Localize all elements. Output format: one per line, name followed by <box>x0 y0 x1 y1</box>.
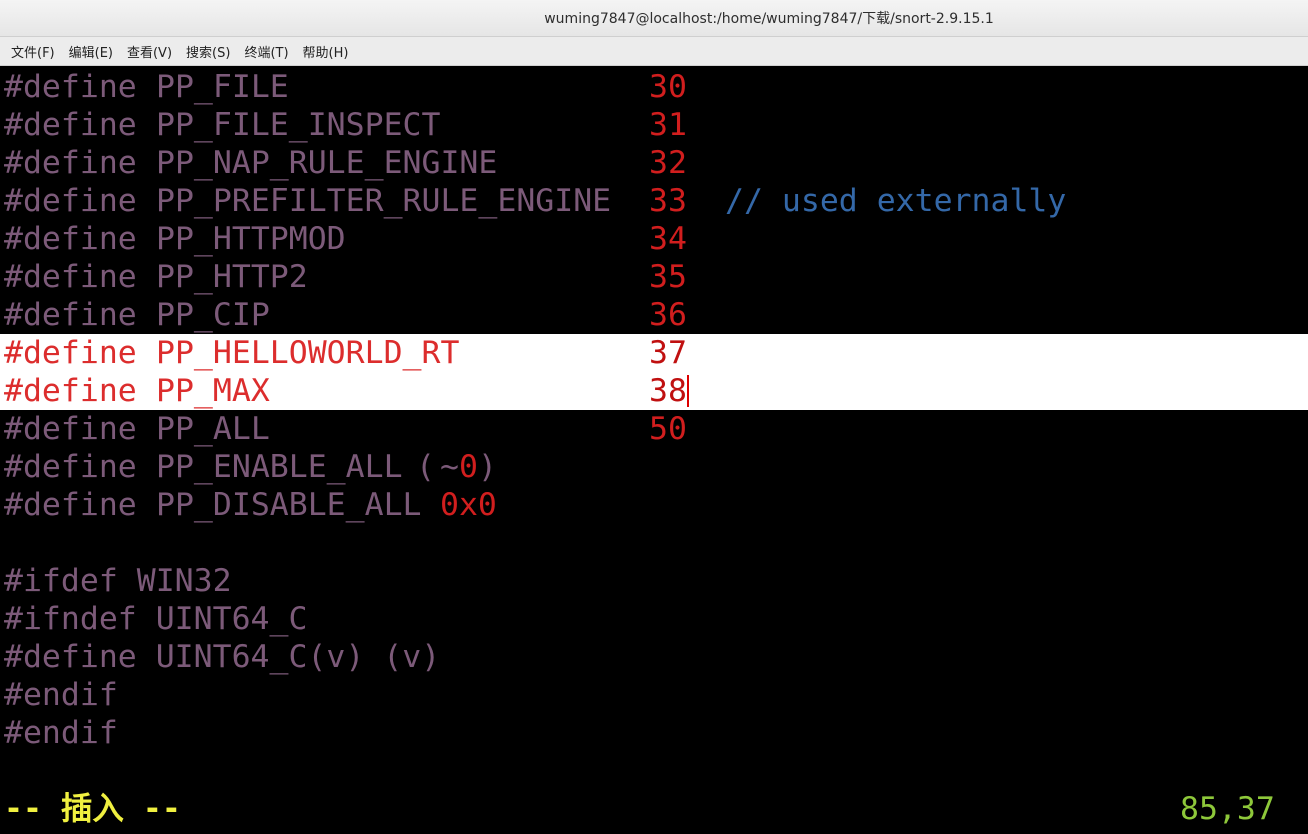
close-paren: ) <box>478 449 497 485</box>
menu-help[interactable]: 帮助(H) <box>296 38 356 65</box>
code-line: #ifndef UINT64_C <box>0 600 1308 638</box>
macro-value: 35 <box>649 259 687 295</box>
directive: #define <box>4 411 137 447</box>
code-line: #define PP_PREFILTER_RULE_ENGINE 33 // u… <box>0 182 1308 220</box>
macro-value: 37 <box>649 335 687 371</box>
macro-value: 30 <box>649 69 687 105</box>
menu-edit[interactable]: 编辑(E) <box>62 38 120 65</box>
directive: #define <box>4 373 137 409</box>
code-line: #define PP_FILE 30 <box>0 68 1308 106</box>
terminal-window: wuming7847@localhost:/home/wuming7847/下载… <box>0 0 1308 834</box>
editor-area[interactable]: #define PP_FILE 30 #define PP_FILE_INSPE… <box>0 66 1308 834</box>
macro-name: PP_HTTP2 <box>156 259 308 295</box>
code-line: #define UINT64_C(v) (v) <box>0 638 1308 676</box>
macro-value: 33 <box>649 183 687 219</box>
macro-name: PP_MAX <box>156 373 270 409</box>
code-line: #define PP_HTTP2 35 <box>0 258 1308 296</box>
preproc-line: #endif <box>4 715 118 751</box>
macro-name: PP_NAP_RULE_ENGINE <box>156 145 498 181</box>
macro-name: PP_FILE_INSPECT <box>156 107 441 143</box>
menu-terminal[interactable]: 终端(T) <box>237 38 295 65</box>
directive: #define <box>4 221 137 257</box>
code-line: #endif <box>0 676 1308 714</box>
code-line: #define PP_CIP 36 <box>0 296 1308 334</box>
code-line-highlighted: #define PP_MAX 38 <box>0 372 1308 410</box>
directive: #define <box>4 107 137 143</box>
code-line: #ifdef WIN32 <box>0 562 1308 600</box>
macro-value: 50 <box>649 411 687 447</box>
macro-name: PP_CIP <box>156 297 270 333</box>
code-comment: // used externally <box>725 183 1067 219</box>
macro-value: 0x0 <box>440 487 497 523</box>
tilde: ~ <box>440 449 459 485</box>
directive: #define <box>4 69 137 105</box>
cursor-position: 85,37 <box>1180 791 1275 827</box>
directive: #define <box>4 297 137 333</box>
preproc-line: #endif <box>4 677 118 713</box>
menu-search[interactable]: 搜索(S) <box>179 38 237 65</box>
title-bar[interactable]: wuming7847@localhost:/home/wuming7847/下载… <box>0 0 1308 37</box>
code-line: #define PP_ENABLE_ALL ( ~ 0 ) <box>0 448 1308 486</box>
macro-name: PP_HELLOWORLD_RT <box>156 335 460 371</box>
status-line: -- 插入 -- 85,37 <box>0 790 1308 828</box>
macro-value: 0 <box>459 449 478 485</box>
window-title: wuming7847@localhost:/home/wuming7847/下载… <box>544 11 994 27</box>
directive: #define <box>4 259 137 295</box>
directive: #define <box>4 449 137 485</box>
preproc-line: #ifndef UINT64_C <box>4 601 308 637</box>
macro-value: 31 <box>649 107 687 143</box>
text-cursor <box>687 375 689 407</box>
code-line: #define PP_ALL 50 <box>0 410 1308 448</box>
open-paren: ( <box>416 449 435 485</box>
code-line: #define PP_DISABLE_ALL 0x0 <box>0 486 1308 524</box>
directive: #define <box>4 487 137 523</box>
code-line: #define PP_HTTPMOD 34 <box>0 220 1308 258</box>
menu-bar: 文件(F) 编辑(E) 查看(V) 搜索(S) 终端(T) 帮助(H) <box>0 37 1308 66</box>
directive: #define <box>4 145 137 181</box>
macro-name: PP_FILE <box>156 69 289 105</box>
macro-value: 34 <box>649 221 687 257</box>
macro-name: PP_PREFILTER_RULE_ENGINE <box>156 183 612 219</box>
macro-name: PP_HTTPMOD <box>156 221 346 257</box>
directive: #define <box>4 183 137 219</box>
macro-value: 36 <box>649 297 687 333</box>
macro-name: PP_ENABLE_ALL <box>156 449 403 485</box>
preproc-line: #define UINT64_C(v) (v) <box>4 639 441 675</box>
code-line-highlighted: #define PP_HELLOWORLD_RT 37 <box>0 334 1308 372</box>
insert-mode-indicator: -- 插入 -- <box>4 791 181 827</box>
macro-name: PP_ALL <box>156 411 270 447</box>
menu-file[interactable]: 文件(F) <box>4 38 62 65</box>
menu-view[interactable]: 查看(V) <box>120 38 179 65</box>
preproc-line: #ifdef WIN32 <box>4 563 232 599</box>
code-line: #endif <box>0 714 1308 752</box>
macro-name: PP_DISABLE_ALL <box>156 487 422 523</box>
macro-value: 38 <box>649 373 687 409</box>
code-line: #define PP_FILE_INSPECT 31 <box>0 106 1308 144</box>
macro-value: 32 <box>649 145 687 181</box>
directive: #define <box>4 335 137 371</box>
code-line: #define PP_NAP_RULE_ENGINE 32 <box>0 144 1308 182</box>
